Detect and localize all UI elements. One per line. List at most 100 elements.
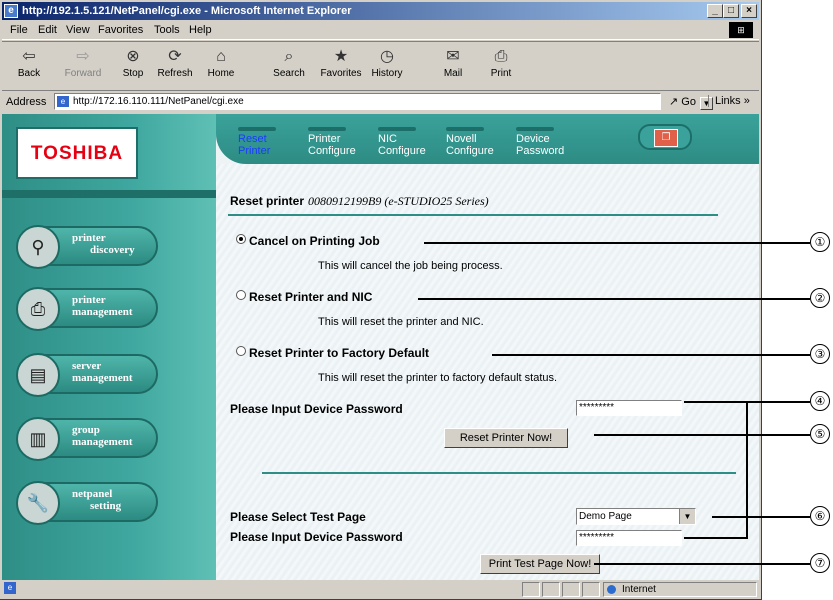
password-label: Please Input Device Password <box>230 402 403 416</box>
printer-icon: ⎙ <box>494 48 508 65</box>
address-input[interactable]: e http://172.16.110.111/NetPanel/cgi.exe… <box>54 93 713 110</box>
sidebar-item-label: printer management <box>72 294 133 318</box>
ie-icon: e <box>4 4 18 18</box>
status-bar: e Internet <box>2 581 759 598</box>
callout-number-5: ⑤ <box>810 424 830 444</box>
print-test-page-button[interactable]: Print Test Page Now! <box>480 554 600 574</box>
globe-icon <box>607 585 616 594</box>
tab-printer-configure[interactable]: Printer Configure <box>308 127 356 157</box>
menu-view[interactable]: View <box>66 24 90 36</box>
printer-gear-icon: ⎙ <box>16 287 60 331</box>
option-factory-default[interactable]: Reset Printer to Factory Default <box>236 346 429 360</box>
go-button[interactable]: ↗ Go <box>669 95 696 108</box>
password-input-2[interactable]: ********* <box>576 530 682 546</box>
favorites-button[interactable]: ★ Favorites <box>318 44 364 88</box>
menu-tools[interactable]: Tools <box>154 24 180 36</box>
tab-nic-configure[interactable]: NIC Configure <box>378 127 426 157</box>
server-icon: ▤ <box>16 353 60 397</box>
mail-button[interactable]: ✉ Mail <box>430 44 476 88</box>
callout-number-6: ⑥ <box>810 506 830 526</box>
print-button[interactable]: ⎙ Print <box>478 44 524 88</box>
search-icon: ⌕ <box>284 48 294 65</box>
password-input[interactable]: ********* <box>576 400 682 416</box>
callout-line-5 <box>594 434 810 436</box>
tab-indicator <box>308 127 346 131</box>
forward-label: Forward <box>64 68 102 79</box>
back-label: Back <box>17 68 41 79</box>
zone-indicator: Internet <box>603 582 757 597</box>
address-url: http://172.16.110.111/NetPanel/cgi.exe <box>73 96 244 107</box>
help-button[interactable]: ❐ <box>638 124 692 150</box>
sidebar-item-server-management[interactable]: ▤ server management <box>16 353 158 397</box>
links-button[interactable]: Links » <box>708 95 750 107</box>
chevron-down-icon[interactable]: ▼ <box>679 509 695 524</box>
back-button[interactable]: ⇦ Back <box>6 44 52 88</box>
home-button[interactable]: ⌂ Home <box>198 44 244 88</box>
close-button[interactable]: × <box>741 4 757 18</box>
reset-printer-button[interactable]: Reset Printer Now! <box>444 428 568 448</box>
tab-device-password[interactable]: Device Password <box>516 127 564 157</box>
home-label: Home <box>207 68 235 79</box>
stop-button[interactable]: ⊗ Stop <box>110 44 156 88</box>
refresh-button[interactable]: ⟳ Refresh <box>152 44 198 88</box>
favorites-icon: ★ <box>333 48 349 65</box>
toolbar: ⇦ Back ⇨ Forward ⊗ Stop ⟳ Refresh ⌂ Home… <box>2 41 759 91</box>
menu-file[interactable]: File <box>10 24 28 36</box>
history-icon: ◷ <box>380 48 394 65</box>
go-label: Go <box>681 96 696 108</box>
device-id: 0080912199B9 (e-STUDIO25 Series) <box>308 194 489 208</box>
callout-number-7: ⑦ <box>810 553 830 573</box>
tab-novell-configure[interactable]: Novell Configure <box>446 127 494 157</box>
radio-cancel-job[interactable] <box>236 234 246 244</box>
printer-group-icon: ▥ <box>16 417 60 461</box>
address-label: Address <box>6 96 47 108</box>
history-button[interactable]: ◷ History <box>364 44 410 88</box>
forward-button[interactable]: ⇨ Forward <box>60 44 106 88</box>
callout-number-4: ④ <box>810 391 830 411</box>
refresh-label: Refresh <box>157 68 193 79</box>
main-panel: Reset printer 0080912199B9 (e-STUDIO25 Se… <box>216 164 759 580</box>
tab-reset-printer[interactable]: Reset Printer <box>238 127 276 157</box>
history-label: History <box>371 68 403 79</box>
brand-text: TOSHIBA <box>30 143 124 164</box>
divider <box>262 472 736 474</box>
radio-factory-default[interactable] <box>236 346 246 356</box>
option-reset-printer-nic[interactable]: Reset Printer and NIC <box>236 290 372 304</box>
sidebar-item-printer-management[interactable]: ⎙ printer management <box>16 287 158 331</box>
page-icon: e <box>57 96 69 107</box>
mail-icon: ✉ <box>446 48 460 65</box>
minimize-button[interactable]: _ <box>707 4 723 18</box>
forward-arrow-icon: ⇨ <box>76 48 90 65</box>
sidebar: TOSHIBA ⚲ printer discovery ⎙ printer mana… <box>2 114 216 580</box>
radio-reset-printer-nic[interactable] <box>236 290 246 300</box>
menu-favorites[interactable]: Favorites <box>98 24 143 36</box>
status-cell <box>522 582 540 597</box>
page-title: Reset printer 0080912199B9 (e-STUDIO25 Se… <box>230 194 489 208</box>
test-page-select[interactable]: Demo Page ▼ <box>576 508 696 525</box>
stop-label: Stop <box>122 68 144 79</box>
help-book-icon: ❐ <box>654 129 678 147</box>
sidebar-item-label: group management <box>72 424 133 448</box>
menu-edit[interactable]: Edit <box>38 24 57 36</box>
sidebar-band <box>2 190 216 198</box>
page-content: TOSHIBA ⚲ printer discovery ⎙ printer mana… <box>2 114 759 580</box>
sidebar-item-group-management[interactable]: ▥ group management <box>16 417 158 461</box>
sidebar-item-label: printer discovery <box>72 232 135 256</box>
toshiba-logo: TOSHIBA <box>16 127 138 179</box>
windows-logo-icon: ⊞ <box>729 22 753 38</box>
callout-line-3 <box>492 354 810 356</box>
callout-line-7 <box>594 563 810 565</box>
callout-line-1 <box>424 242 810 244</box>
option-description: This will cancel the job being process. <box>318 260 503 272</box>
search-button[interactable]: ⌕ Search <box>266 44 312 88</box>
page-status-icon: e <box>4 582 16 594</box>
search-label: Search <box>273 68 305 79</box>
mail-label: Mail <box>443 68 463 79</box>
sidebar-item-label: netpanel setting <box>72 488 122 512</box>
browser-window: e http://192.1.5.121/NetPanel/cgi.exe - … <box>0 0 762 600</box>
option-cancel-job[interactable]: Cancel on Printing Job <box>236 234 380 248</box>
sidebar-item-netpanel-setting[interactable]: 🔧 netpanel setting <box>16 481 158 525</box>
menu-help[interactable]: Help <box>189 24 212 36</box>
maximize-button[interactable]: □ <box>723 4 739 18</box>
sidebar-item-printer-discovery[interactable]: ⚲ printer discovery <box>16 225 158 269</box>
